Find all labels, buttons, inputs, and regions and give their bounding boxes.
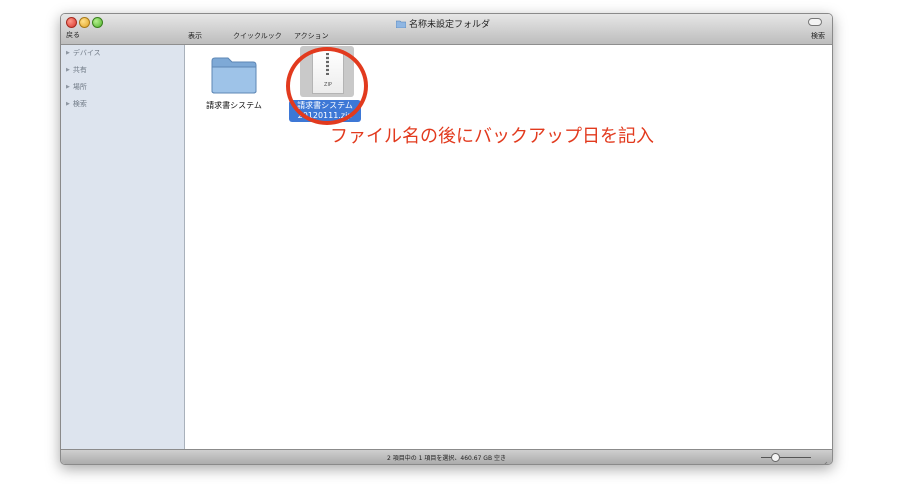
sidebar-item-shared[interactable]: ▶ 共有	[66, 65, 87, 75]
sidebar-item-search[interactable]: ▶ 検索	[66, 99, 87, 109]
file-name-label[interactable]: 請求書システム	[199, 100, 269, 111]
finder-window: 戻る 表示 クイックルック アクション 検索 名称未設定フォルダ ▶ デバイス …	[60, 13, 833, 465]
view-button[interactable]: 表示	[188, 31, 202, 41]
sidebar-item-label: 共有	[72, 66, 87, 74]
quicklook-button[interactable]: クイックルック	[233, 31, 282, 41]
sidebar-item-places[interactable]: ▶ 場所	[66, 82, 87, 92]
disclosure-triangle-icon: ▶	[66, 84, 70, 90]
back-button[interactable]: 戻る	[66, 30, 80, 40]
icon-size-slider-track[interactable]	[761, 457, 811, 458]
window-title: 名称未設定フォルダ	[396, 17, 490, 30]
minimize-button[interactable]	[79, 17, 90, 28]
close-button[interactable]	[66, 17, 77, 28]
folder-icon	[396, 20, 406, 28]
disclosure-triangle-icon: ▶	[66, 101, 70, 107]
window-title-text: 名称未設定フォルダ	[409, 20, 491, 30]
sidebar-item-devices[interactable]: ▶ デバイス	[66, 48, 101, 58]
search-button[interactable]: 検索	[811, 31, 825, 41]
sidebar-item-label: 検索	[72, 100, 87, 108]
file-area[interactable]: 請求書システム ZIP 請求書システム 20120111.zip	[185, 45, 832, 449]
disclosure-triangle-icon: ▶	[66, 50, 70, 56]
status-bar: 2 項目中の 1 項目を選択、460.67 GB 空き	[61, 449, 832, 464]
sidebar-item-label: デバイス	[72, 49, 101, 57]
disclosure-triangle-icon: ▶	[66, 67, 70, 73]
annotation-circle	[286, 47, 368, 125]
sidebar: ▶ デバイス ▶ 共有 ▶ 場所 ▶ 検索	[61, 45, 185, 449]
icon-size-slider-knob[interactable]	[771, 453, 780, 462]
title-bar: 戻る 表示 クイックルック アクション 検索 名称未設定フォルダ	[61, 14, 832, 45]
resize-grip-icon[interactable]	[820, 454, 828, 464]
sidebar-item-label: 場所	[72, 83, 87, 91]
zoom-button[interactable]	[92, 17, 103, 28]
status-text: 2 項目中の 1 項目を選択、460.67 GB 空き	[387, 455, 506, 462]
annotation-text: ファイル名の後にバックアップ日を記入	[330, 126, 654, 147]
folder-icon[interactable]	[210, 55, 258, 95]
toolbar-toggle-button[interactable]	[808, 18, 822, 26]
action-button[interactable]: アクション	[294, 31, 329, 41]
